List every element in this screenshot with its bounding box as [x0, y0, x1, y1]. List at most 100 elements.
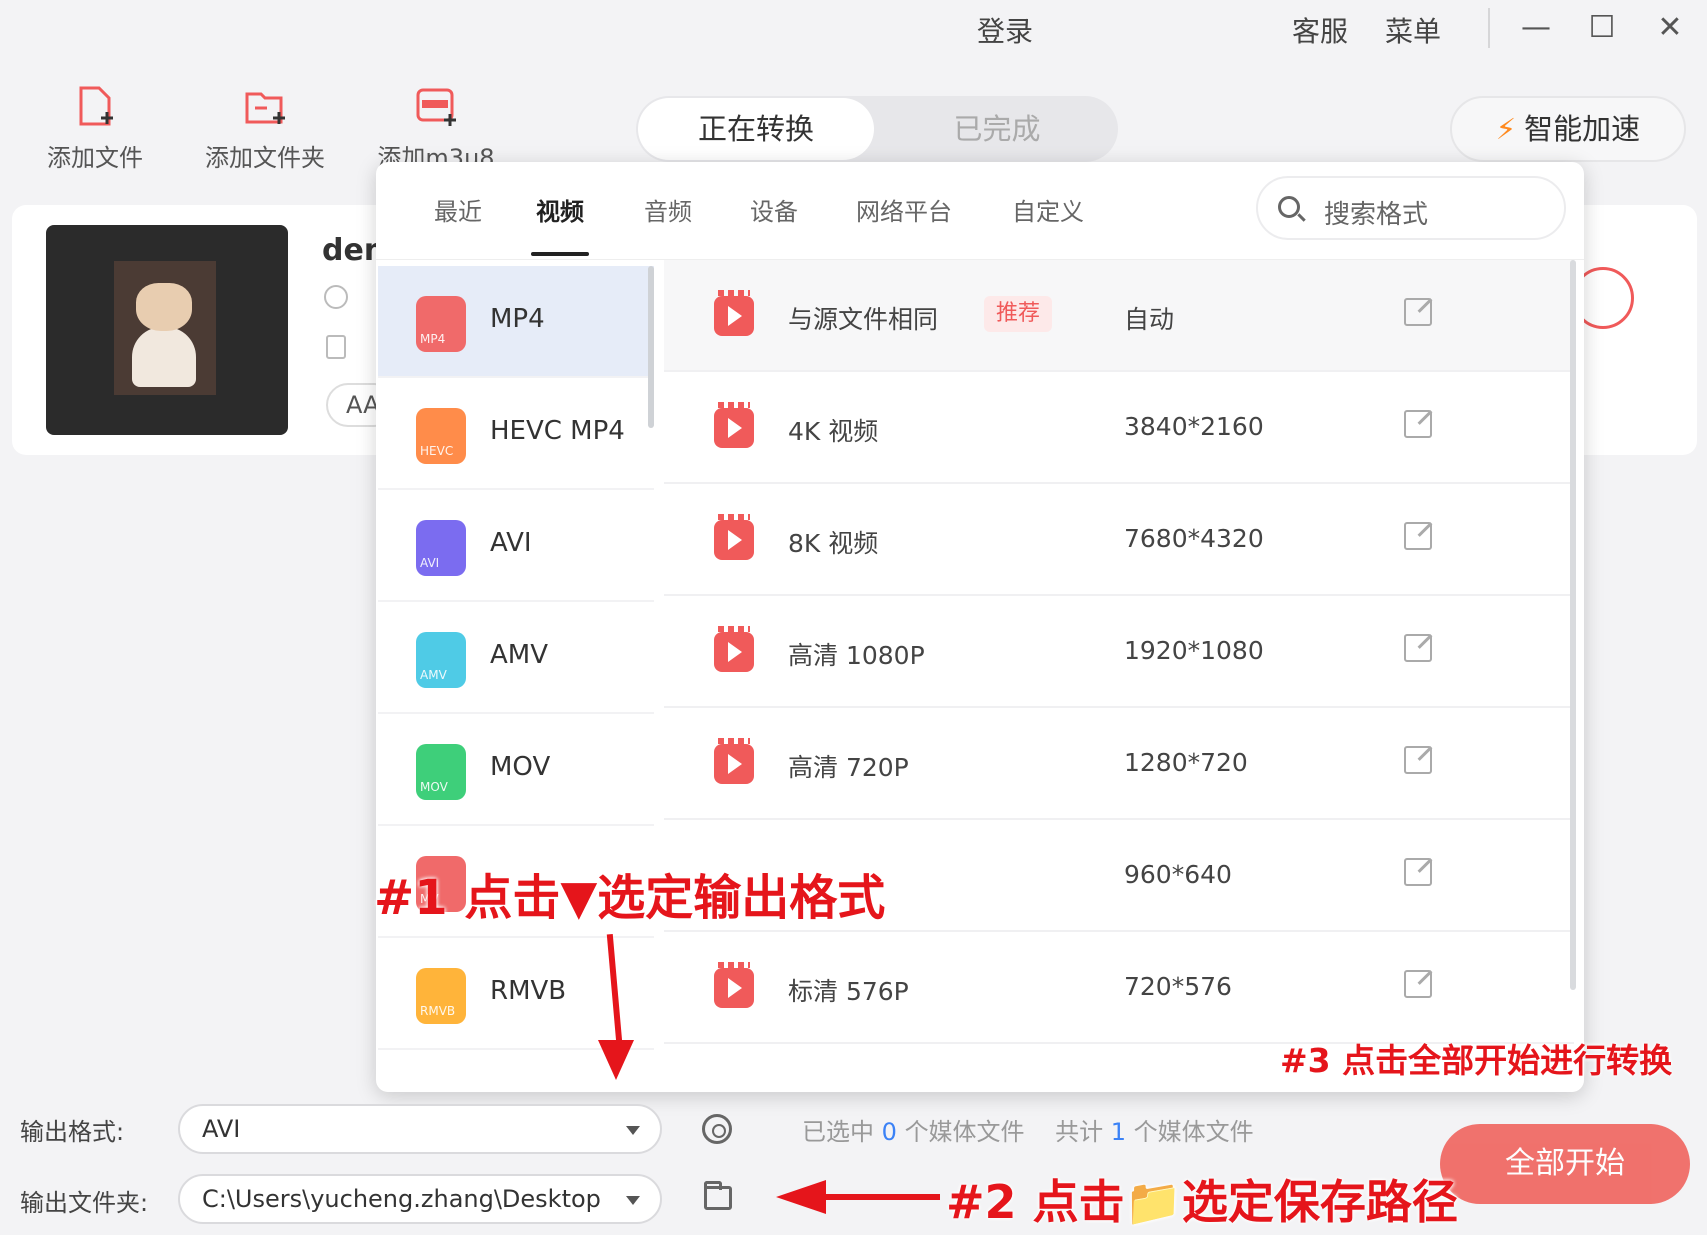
output-folder-label: 输出文件夹: — [20, 1189, 149, 1217]
folder-icon[interactable] — [704, 1181, 732, 1210]
tab-video[interactable]: 视频 — [536, 192, 584, 227]
preset-resolution: 自动 — [1124, 305, 1175, 334]
format-item-mp4[interactable]: MP4 MP4 — [378, 266, 654, 378]
recommended-badge: 推荐 — [984, 296, 1053, 332]
maximize-button[interactable]: ☐ — [1582, 8, 1622, 48]
format-label: MP4 — [490, 304, 545, 334]
format-search-input[interactable]: 搜索格式 — [1256, 176, 1566, 240]
video-preset-icon — [714, 962, 754, 1008]
preset-row[interactable]: 标清 576P 720*576 — [664, 932, 1574, 1044]
mp4-icon: MP4 — [416, 296, 466, 352]
selected-suffix: 个媒体文件 — [904, 1118, 1025, 1146]
preset-name: 高清 1080P — [788, 641, 925, 670]
video-preset-icon — [714, 626, 754, 672]
total-count: 1 — [1110, 1118, 1126, 1146]
preset-row[interactable]: 4K 视频 3840*2160 — [664, 372, 1574, 484]
format-list-scrollbar[interactable] — [648, 266, 654, 428]
total-suffix: 个媒体文件 — [1133, 1118, 1254, 1146]
output-format-select[interactable]: AVI — [178, 1104, 662, 1154]
video-preset-icon — [714, 738, 754, 784]
preset-row[interactable]: 高清 720P 1280*720 — [664, 708, 1574, 820]
lightning-icon: ⚡ — [1495, 112, 1517, 146]
preset-name: 4K 视频 — [788, 417, 879, 446]
add-file-icon — [71, 84, 119, 132]
total-prefix: 共计 — [1055, 1118, 1104, 1146]
tab-custom[interactable]: 自定义 — [1012, 192, 1084, 227]
annotation-arrow-down-head — [598, 1040, 634, 1080]
preset-list: 与源文件相同 推荐 自动 4K 视频 3840*2160 8K 视频 7680*… — [664, 260, 1574, 1092]
active-tab-indicator — [531, 252, 589, 256]
annotation-arrow-left — [800, 1194, 940, 1200]
resolution-icon — [324, 285, 348, 309]
tab-completed[interactable]: 已完成 — [876, 96, 1118, 162]
output-folder-value: C:\Users\yucheng.zhang\Desktop — [202, 1185, 601, 1213]
media-count-status: 已选中 0 个媒体文件 共计 1 个媒体文件 — [802, 1112, 1254, 1147]
format-label: RMVB — [490, 976, 567, 1006]
selected-prefix: 已选中 — [802, 1118, 874, 1146]
format-label: AMV — [490, 640, 549, 670]
login-link[interactable]: 登录 — [977, 10, 1033, 50]
tab-device[interactable]: 设备 — [750, 192, 798, 227]
rmvb-icon: RMVB — [416, 968, 466, 1024]
video-preset-icon — [714, 290, 754, 336]
edit-icon[interactable] — [1404, 970, 1432, 998]
preset-name: 与源文件相同 — [788, 305, 939, 334]
format-label: HEVC MP4 — [490, 416, 625, 446]
start-all-button[interactable]: 全部开始 — [1440, 1124, 1690, 1204]
edit-icon[interactable] — [1404, 522, 1432, 550]
format-dropdown-panel: 最近 视频 音频 设备 网络平台 自定义 搜索格式 MP4 MP4 HEVC H… — [376, 162, 1584, 1092]
menu-link[interactable]: 菜单 — [1385, 10, 1441, 50]
preset-row[interactable]: 8K 视频 7680*4320 — [664, 484, 1574, 596]
add-folder-button[interactable]: 添加文件夹 — [200, 84, 330, 173]
edit-icon[interactable] — [1404, 634, 1432, 662]
format-item-amv[interactable]: AMV AMV — [378, 602, 654, 714]
format-item-mov[interactable]: MOV MOV — [378, 714, 654, 826]
format-item-hevc-mp4[interactable]: HEVC HEVC MP4 — [378, 378, 654, 490]
tab-audio[interactable]: 音频 — [644, 192, 692, 227]
selected-count: 0 — [881, 1118, 897, 1146]
format-item-avi[interactable]: AVI AVI — [378, 490, 654, 602]
preset-list-scrollbar[interactable] — [1570, 260, 1576, 990]
smart-accelerate-button[interactable]: ⚡ 智能加速 — [1450, 96, 1686, 162]
tab-recent[interactable]: 最近 — [434, 192, 482, 227]
preset-row[interactable]: 高清 1080P 1920*1080 — [664, 596, 1574, 708]
settings-icon[interactable] — [702, 1114, 732, 1144]
format-label: AVI — [490, 528, 532, 558]
preset-resolution: 1280*720 — [1124, 748, 1248, 777]
output-folder-select[interactable]: C:\Users\yucheng.zhang\Desktop — [178, 1174, 662, 1224]
annotation-step2: #2 点击📁选定保存路径 — [946, 1175, 1458, 1229]
tab-web-platform[interactable]: 网络平台 — [856, 192, 952, 227]
edit-icon[interactable] — [1404, 298, 1432, 326]
annotation-step1: #1 点击▼选定输出格式 — [374, 870, 886, 926]
add-file-label: 添加文件 — [47, 144, 143, 172]
customer-service-link[interactable]: 客服 — [1292, 10, 1348, 50]
minimize-button[interactable]: — — [1516, 8, 1556, 48]
video-thumbnail[interactable] — [46, 225, 288, 435]
chevron-down-icon[interactable] — [626, 1196, 640, 1205]
preset-resolution: 720*576 — [1124, 972, 1232, 1001]
output-format-value: AVI — [202, 1115, 241, 1143]
edit-icon[interactable] — [1404, 746, 1432, 774]
title-bar: 登录 客服 菜单 — ☐ ✕ — [0, 0, 1707, 56]
video-preset-icon — [714, 514, 754, 560]
add-m3u8-button[interactable]: 添加m3u8 — [376, 84, 496, 173]
preset-name: 8K 视频 — [788, 529, 879, 558]
file-info-icon — [326, 335, 346, 359]
add-folder-icon — [241, 84, 289, 132]
mov-icon: MOV — [416, 744, 466, 800]
thumbnail-image — [114, 261, 216, 395]
add-file-button[interactable]: 添加文件 — [40, 84, 150, 173]
preset-resolution: 7680*4320 — [1124, 524, 1264, 553]
preset-row[interactable]: 与源文件相同 推荐 自动 — [664, 260, 1574, 372]
chevron-down-icon[interactable] — [626, 1126, 640, 1135]
cat-head-shape — [136, 283, 192, 331]
format-category-tabs: 最近 视频 音频 设备 网络平台 自定义 搜索格式 — [376, 162, 1584, 260]
search-icon — [1278, 196, 1300, 218]
format-label: MOV — [490, 752, 551, 782]
tab-converting[interactable]: 正在转换 — [638, 98, 874, 160]
close-button[interactable]: ✕ — [1650, 8, 1690, 48]
titlebar-divider — [1488, 8, 1490, 48]
edit-icon[interactable] — [1404, 858, 1432, 886]
edit-icon[interactable] — [1404, 410, 1432, 438]
annotation-step3: #3 点击全部开始进行转换 — [1280, 1041, 1673, 1080]
